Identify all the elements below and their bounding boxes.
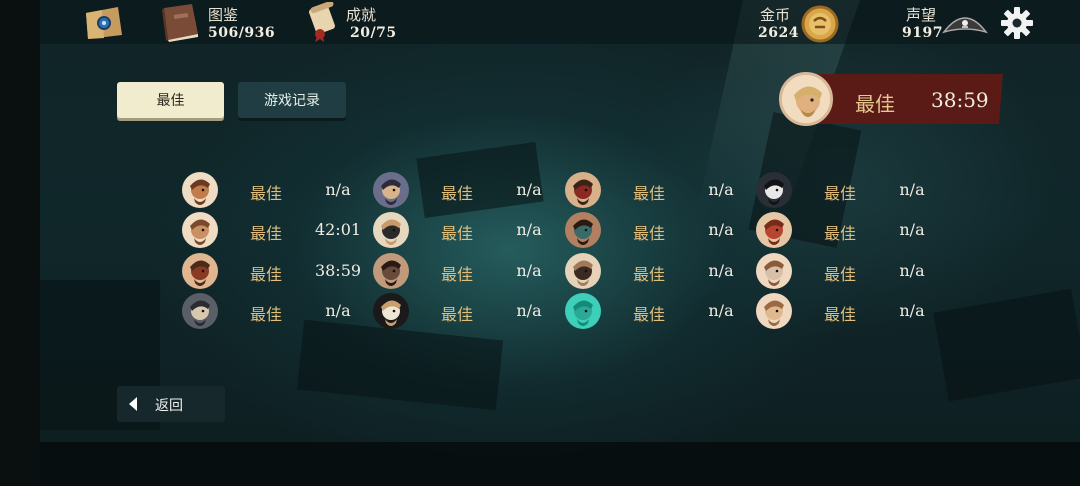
cell-best-time: n/a — [899, 261, 925, 280]
reputation-label: 声望 — [906, 6, 937, 24]
character-cell[interactable]: 最佳 n/a — [182, 172, 372, 208]
gear-icon — [1001, 7, 1033, 39]
tab-game-record-label: 游戏记录 — [264, 93, 320, 109]
cell-best-label: 最佳 — [441, 305, 474, 324]
best-badge-label: 最佳 — [855, 92, 895, 116]
tab-best[interactable]: 最佳 — [117, 82, 224, 118]
tab-game-record[interactable]: 游戏记录 — [238, 82, 346, 118]
character-avatar — [756, 172, 792, 208]
back-label: 返回 — [155, 398, 183, 414]
collection-value: 506/936 — [208, 25, 276, 41]
scroll-icon — [309, 2, 335, 42]
cell-best-label: 最佳 — [250, 224, 283, 243]
cell-best-label: 最佳 — [250, 184, 283, 203]
cell-best-label: 最佳 — [824, 224, 857, 243]
cell-best-time: n/a — [899, 301, 925, 320]
character-cell[interactable]: 最佳 n/a — [565, 293, 755, 329]
cell-best-label: 最佳 — [824, 265, 857, 284]
character-cell[interactable]: 最佳 n/a — [565, 253, 755, 289]
character-cell[interactable]: 最佳 n/a — [373, 212, 563, 248]
cell-best-label: 最佳 — [824, 184, 857, 203]
achievements-button[interactable]: 成就 20/75 — [304, 2, 404, 44]
character-cell[interactable]: 最佳 n/a — [182, 293, 372, 329]
map-button[interactable] — [82, 5, 124, 41]
character-cell[interactable]: 最佳 n/a — [373, 293, 563, 329]
character-avatar — [565, 172, 601, 208]
character-avatar — [565, 212, 601, 248]
character-cell[interactable]: 最佳 n/a — [756, 293, 946, 329]
collection-button[interactable]: 图鉴 506/936 — [158, 2, 275, 44]
character-cell[interactable]: 最佳 n/a — [373, 253, 563, 289]
cell-best-label: 最佳 — [824, 305, 857, 324]
character-avatar — [756, 253, 792, 289]
achievements-label: 成就 — [346, 6, 377, 24]
cell-best-time: n/a — [516, 220, 542, 239]
cell-best-label: 最佳 — [633, 224, 666, 243]
cell-best-label: 最佳 — [633, 265, 666, 284]
character-cell[interactable]: 最佳 n/a — [756, 172, 946, 208]
reputation-value: 9197 — [902, 25, 943, 41]
character-avatar — [182, 172, 218, 208]
coin-icon — [801, 5, 839, 43]
character-avatar — [373, 172, 409, 208]
settings-button[interactable] — [1000, 6, 1034, 40]
character-avatar — [756, 293, 792, 329]
cell-best-label: 最佳 — [633, 305, 666, 324]
character-cell[interactable]: 最佳 n/a — [565, 172, 755, 208]
character-cell[interactable]: 最佳 n/a — [756, 253, 946, 289]
cell-best-time: n/a — [708, 261, 734, 280]
bottom-shade — [40, 442, 1080, 486]
gold-label: 金币 — [760, 6, 791, 24]
character-cell[interactable]: 最佳 n/a — [756, 212, 946, 248]
cell-best-time: n/a — [325, 301, 351, 320]
tab-best-label: 最佳 — [156, 93, 185, 109]
achievements-value: 20/75 — [350, 25, 397, 41]
character-cell[interactable]: 最佳 n/a — [565, 212, 755, 248]
cell-best-time: n/a — [325, 180, 351, 199]
character-avatar — [565, 253, 601, 289]
character-avatar — [182, 253, 218, 289]
cell-best-time: n/a — [708, 180, 734, 199]
best-time-badge: 最佳 38:59 — [779, 72, 1003, 128]
character-avatar — [373, 212, 409, 248]
left-edge — [0, 0, 40, 486]
cell-best-time: n/a — [516, 180, 542, 199]
cell-best-label: 最佳 — [250, 305, 283, 324]
character-avatar — [373, 293, 409, 329]
pirate-hat-icon — [942, 17, 988, 34]
cell-best-time: n/a — [899, 180, 925, 199]
cell-best-time: n/a — [899, 220, 925, 239]
book-icon — [162, 4, 198, 42]
back-button[interactable]: 返回 — [117, 386, 225, 422]
best-character-avatar — [779, 72, 833, 126]
cell-best-label: 最佳 — [633, 184, 666, 203]
cell-best-time: n/a — [708, 301, 734, 320]
cell-best-time: n/a — [516, 261, 542, 280]
cell-best-time: 38:59 — [314, 261, 362, 280]
cell-best-label: 最佳 — [441, 224, 474, 243]
best-badge-time: 38:59 — [931, 88, 989, 112]
character-avatar — [182, 212, 218, 248]
character-avatar — [373, 253, 409, 289]
gold-value: 2624 — [758, 25, 799, 41]
character-avatar — [565, 293, 601, 329]
cell-best-label: 最佳 — [441, 184, 474, 203]
character-cell[interactable]: 最佳 38:59 — [182, 253, 372, 289]
cell-best-time: n/a — [708, 220, 734, 239]
reputation-display: 声望 9197 — [900, 2, 990, 44]
back-arrow-icon — [129, 397, 137, 411]
cell-best-time: 42:01 — [314, 220, 362, 239]
collection-label: 图鉴 — [208, 6, 239, 24]
character-cell[interactable]: 最佳 n/a — [373, 172, 563, 208]
cell-best-label: 最佳 — [250, 265, 283, 284]
character-avatar — [182, 293, 218, 329]
cell-best-label: 最佳 — [441, 265, 474, 284]
gold-display: 金币 2624 — [756, 2, 840, 44]
map-icon — [86, 7, 122, 39]
cell-best-time: n/a — [516, 301, 542, 320]
character-avatar — [756, 212, 792, 248]
character-cell[interactable]: 最佳 42:01 — [182, 212, 372, 248]
